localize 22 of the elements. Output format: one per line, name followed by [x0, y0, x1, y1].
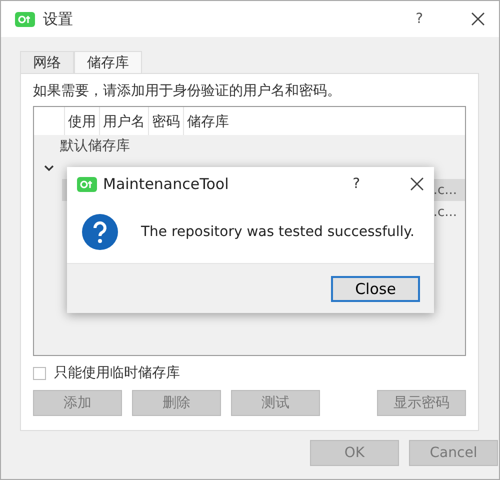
close-icon[interactable] — [410, 177, 424, 191]
window-title: 设置 — [43, 10, 74, 28]
logo-icon — [77, 176, 97, 192]
close-button[interactable]: Close — [331, 276, 420, 302]
column-header[interactable]: 用户名 — [99, 107, 148, 135]
question-icon — [81, 213, 119, 251]
dialog-message: The repository was tested successfully. — [141, 224, 414, 240]
help-button[interactable]: ? — [416, 11, 423, 27]
chevron-down-icon[interactable] — [44, 164, 54, 172]
tab[interactable]: 储存库 — [74, 51, 142, 73]
column-header[interactable]: 使用 — [64, 107, 99, 135]
checkbox[interactable] — [33, 366, 46, 380]
logo-icon — [15, 12, 35, 26]
checkbox-label: 只能使用临时储存库 — [54, 364, 180, 382]
help-button[interactable]: ? — [352, 176, 360, 192]
close-icon[interactable] — [471, 12, 485, 26]
tab[interactable]: 网络 — [20, 51, 74, 73]
instruction-text: 如果需要，请添加用于身份验证的用户名和密码。 — [33, 82, 342, 100]
column-header[interactable]: 储存库 — [183, 107, 232, 135]
column-header[interactable]: 密码 — [148, 107, 183, 135]
tree-item[interactable]: 默认储存库 — [60, 137, 130, 155]
dialog-title: MaintenanceTool — [103, 175, 230, 193]
